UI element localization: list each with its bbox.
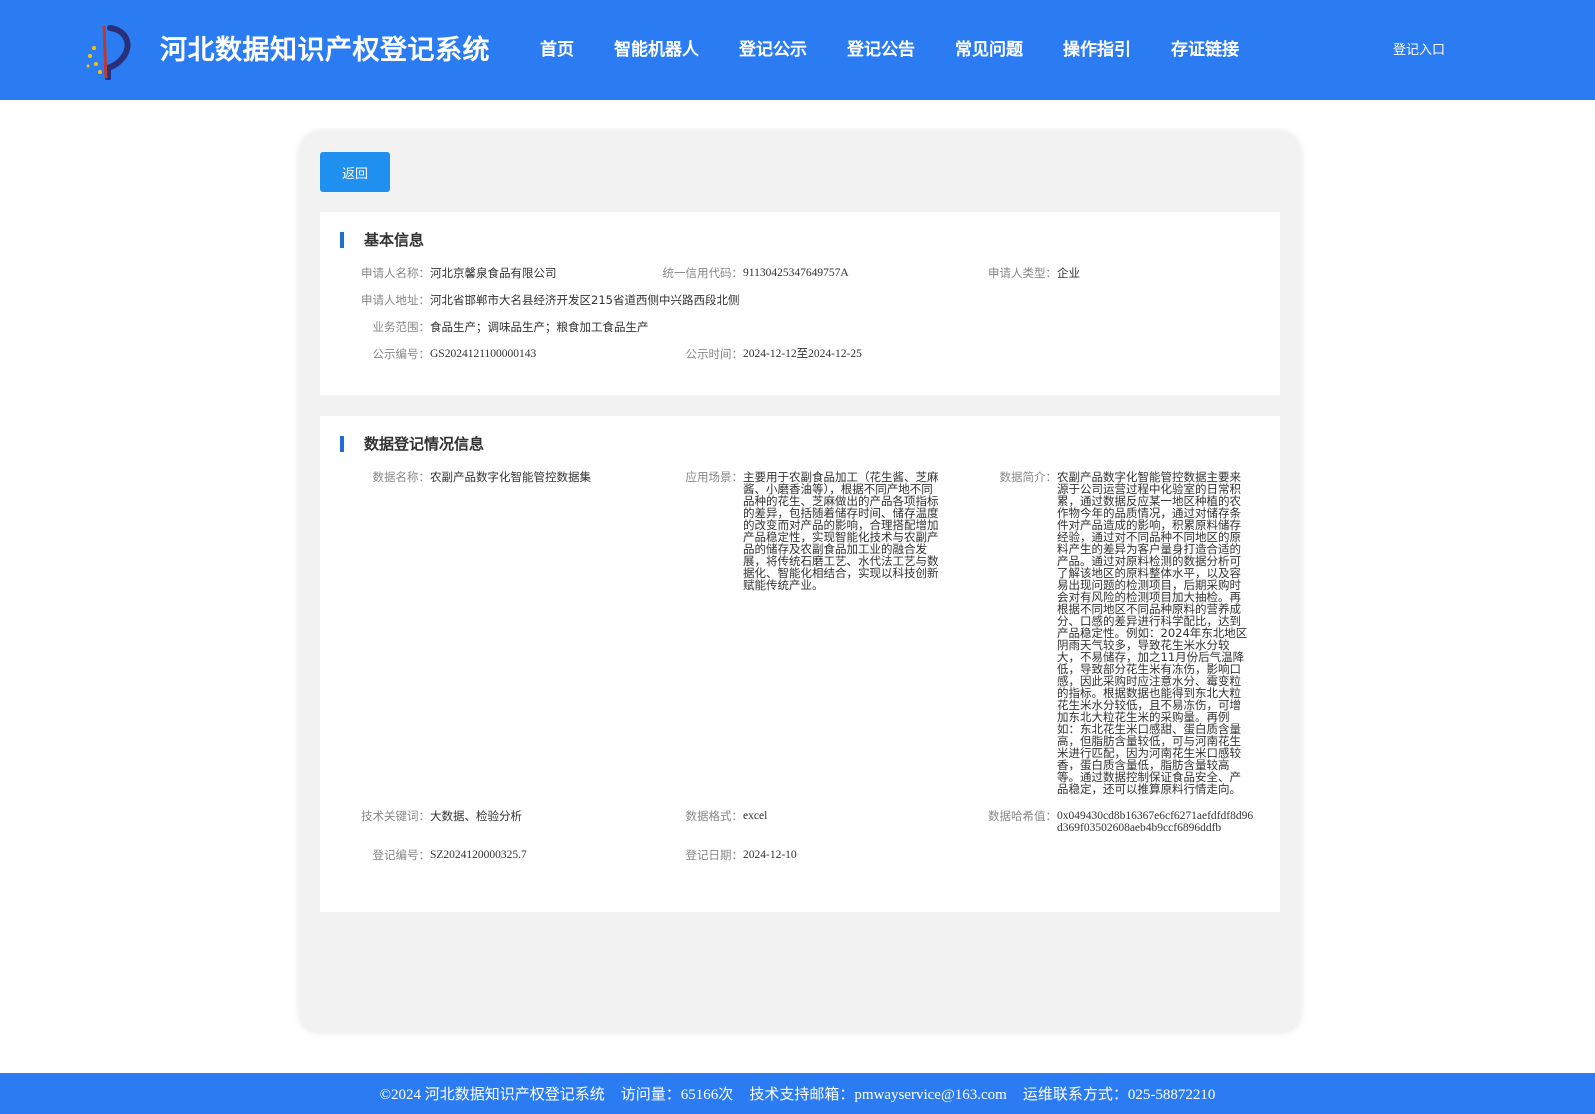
field-notice-number: 公示编号： GS2024121100000143 <box>373 348 537 360</box>
field-value: 农副产品数字化智能管控数据集 <box>430 470 591 484</box>
field-label: 技术关键词： <box>361 809 430 823</box>
field-label: 申请人地址： <box>361 293 430 307</box>
section-title-text: 基本信息 <box>364 231 425 249</box>
top-header: 河北数据知识产权登记系统 首页 智能机器人 登记公示 登记公告 常见问题 操作指… <box>0 0 1595 100</box>
field-label: 登记编号： <box>372 848 431 862</box>
field-label: 数据名称： <box>372 470 431 484</box>
field-data-intro: 数据简介： 农副产品数字化智能管控数据主要来源于公司运营过程中化验室的日常积累，… <box>1000 470 1251 796</box>
back-button[interactable]: 返回 <box>320 152 390 192</box>
nav-registration-announcement[interactable]: 登记公告 <box>847 35 915 60</box>
footer-support-email[interactable]: 技术支持邮箱：pmwayservice@163.com <box>749 1083 1007 1104</box>
section-title-basic: 基本信息 <box>340 230 424 250</box>
field-value: 0x049430cd8b16367e6cf6271aefdfdf8d96d369… <box>1057 810 1254 834</box>
field-tech-keywords: 技术关键词： 大数据、检验分析 <box>361 809 522 823</box>
site-title: 河北数据知识产权登记系统 <box>160 35 490 66</box>
field-business-scope: 业务范围： 食品生产；调味品生产；粮食加工食品生产 <box>373 320 649 334</box>
field-label: 应用场景： <box>685 470 744 484</box>
field-applicant-type: 申请人类型： 企业 <box>988 266 1080 280</box>
footer-contact-phone: 运维联系方式：025-58872210 <box>1022 1087 1216 1103</box>
nav-evidence-link[interactable]: 存证链接 <box>1171 35 1239 60</box>
field-label: 公示时间： <box>685 347 744 361</box>
field-data-hash: 数据哈希值： 0x049430cd8b16367e6cf6271aefdfdf8… <box>988 810 1257 834</box>
nav-robot[interactable]: 智能机器人 <box>614 35 699 60</box>
site-logo-icon[interactable] <box>80 22 136 81</box>
field-value: 农副产品数字化智能管控数据主要来源于公司运营过程中化验室的日常积累，通过数据反应… <box>1057 470 1248 796</box>
section-title-text: 数据登记情况信息 <box>364 435 485 453</box>
nav-registration-publicity[interactable]: 登记公示 <box>739 35 807 60</box>
field-value: 大数据、检验分析 <box>430 809 522 823</box>
field-value: GS2024121100000143 <box>430 348 537 360</box>
field-value: 2024-12-10 <box>743 849 797 861</box>
basic-info-card: 基本信息 申请人名称： 河北京馨泉食品有限公司 统一信用代码： 91130425… <box>320 212 1280 395</box>
field-application-scenario: 应用场景： 主要用于农副食品加工（花生酱、芝麻酱、小磨香油等），根据不同产地不同… <box>686 470 943 592</box>
detail-panel: 返回 基本信息 申请人名称： 河北京馨泉食品有限公司 统一信用代码： 91130… <box>300 132 1300 1032</box>
field-label: 公示编号： <box>372 347 431 361</box>
field-label: 数据格式： <box>685 809 744 823</box>
field-credit-code: 统一信用代码： 91130425347649757A <box>663 267 849 279</box>
field-label: 数据哈希值： <box>988 809 1057 823</box>
field-address: 申请人地址： 河北省邯郸市大名县经济开发区215省道西侧中兴路西段北侧 <box>361 293 740 307</box>
section-accent-bar <box>340 232 344 248</box>
section-accent-bar <box>340 436 344 452</box>
field-data-name: 数据名称： 农副产品数字化智能管控数据集 <box>373 470 592 484</box>
section-title-data: 数据登记情况信息 <box>340 434 484 454</box>
field-label: 统一信用代码： <box>662 266 744 280</box>
page-footer: ©2024 河北数据知识产权登记系统 访问量：65166次 技术支持邮箱：pmw… <box>0 1073 1595 1114</box>
field-value: 91130425347649757A <box>743 267 849 279</box>
field-label: 登记日期： <box>685 848 744 862</box>
field-value: SZ2024120000325.7 <box>430 849 527 861</box>
field-value: 2024-12-12至2024-12-25 <box>743 348 862 360</box>
field-value: 主要用于农副食品加工（花生酱、芝麻酱、小磨香油等），根据不同产地不同品种的花生、… <box>743 470 939 592</box>
field-label: 申请人类型： <box>988 266 1057 280</box>
nav-guide[interactable]: 操作指引 <box>1063 35 1131 60</box>
field-label: 数据简介： <box>999 470 1058 484</box>
field-registration-number: 登记编号： SZ2024120000325.7 <box>373 849 527 861</box>
field-label: 业务范围： <box>372 320 431 334</box>
nav-faq[interactable]: 常见问题 <box>955 35 1023 60</box>
nav-home[interactable]: 首页 <box>540 35 574 60</box>
field-registration-date: 登记日期： 2024-12-10 <box>686 849 797 861</box>
field-data-format: 数据格式： excel <box>686 810 768 822</box>
field-value: 河北京馨泉食品有限公司 <box>430 266 557 280</box>
data-registration-card: 数据登记情况信息 数据名称： 农副产品数字化智能管控数据集 应用场景： 主要用于… <box>320 416 1280 912</box>
footer-visits: 访问量：65166次 <box>620 1087 734 1103</box>
field-value: excel <box>743 810 768 822</box>
field-value: 企业 <box>1057 266 1080 280</box>
field-applicant-name: 申请人名称： 河北京馨泉食品有限公司 <box>361 266 557 280</box>
field-value: 食品生产；调味品生产；粮食加工食品生产 <box>430 320 649 334</box>
login-entry-link[interactable]: 登记入口 <box>1393 39 1445 58</box>
field-notice-time: 公示时间： 2024-12-12至2024-12-25 <box>686 348 862 360</box>
footer-copyright: ©2024 河北数据知识产权登记系统 <box>379 1087 605 1103</box>
field-label: 申请人名称： <box>361 266 430 280</box>
field-value: 河北省邯郸市大名县经济开发区215省道西侧中兴路西段北侧 <box>430 293 740 307</box>
